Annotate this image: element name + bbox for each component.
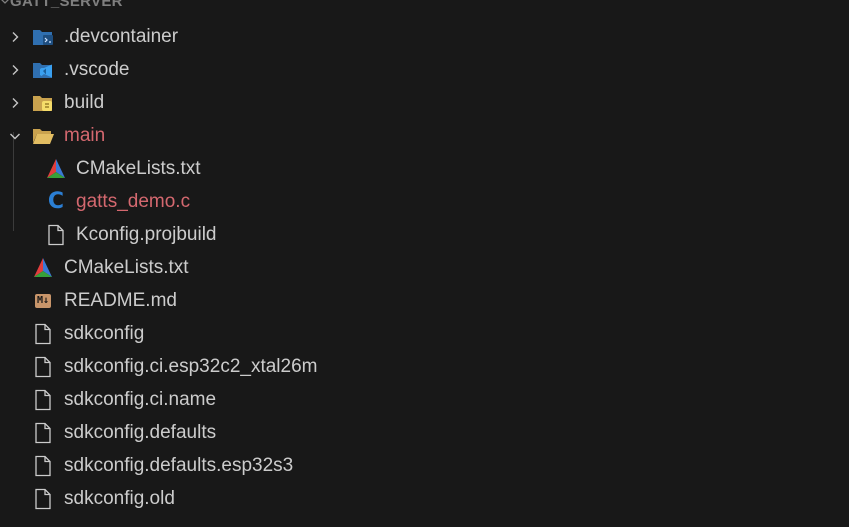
file-icon: [31, 421, 55, 445]
tree-file-item[interactable]: sdkconfig.ci.esp32c2_xtal26m: [0, 350, 849, 383]
build-folder-icon: [31, 91, 55, 115]
tree-file-item[interactable]: Cgatts_demo.c: [0, 185, 849, 218]
tree-item-label: Kconfig.projbuild: [76, 223, 217, 245]
tree-folder-item[interactable]: .devcontainer: [0, 20, 849, 53]
tree-item-label: CMakeLists.txt: [64, 256, 189, 278]
chevron-down-icon[interactable]: [5, 119, 25, 152]
file-icon: [31, 355, 55, 379]
file-icon: [31, 322, 55, 346]
tree-item-label: sdkconfig.ci.esp32c2_xtal26m: [64, 355, 318, 377]
tree-item-label: main: [64, 124, 106, 146]
markdown-badge: M↓: [34, 293, 52, 308]
tree-file-item[interactable]: CMakeLists.txt: [0, 251, 849, 284]
tree-file-item[interactable]: sdkconfig: [0, 317, 849, 350]
vscode-folder-icon: [31, 58, 55, 82]
tree-file-item[interactable]: sdkconfig.defaults: [0, 416, 849, 449]
tree-item-label: sdkconfig: [64, 322, 145, 344]
cmake-icon: [31, 256, 55, 280]
explorer-section-header[interactable]: GATT_SERVER: [0, 0, 849, 12]
chevron-right-icon[interactable]: [5, 86, 25, 119]
tree-file-item[interactable]: sdkconfig.ci.name: [0, 383, 849, 416]
tree-item-label: .vscode: [64, 58, 130, 80]
cmake-icon: [44, 157, 68, 181]
chevron-down-icon: [0, 0, 10, 6]
file-icon: [31, 388, 55, 412]
tree-file-item[interactable]: sdkconfig.defaults.esp32s3: [0, 449, 849, 482]
tree-folder-item[interactable]: .vscode: [0, 53, 849, 86]
file-icon: [31, 454, 55, 478]
tree-item-label: .devcontainer: [64, 25, 179, 47]
chevron-right-icon[interactable]: [5, 53, 25, 86]
tree-file-item[interactable]: Kconfig.projbuild: [0, 218, 849, 251]
file-explorer: GATT_SERVER .devcontainer .vscode build mai…: [0, 0, 849, 527]
c-file-icon: C: [47, 189, 65, 214]
tree-item-label: sdkconfig.old: [64, 487, 175, 509]
tree-file-item[interactable]: M↓ README.md: [0, 284, 849, 317]
tree-item-label: build: [64, 91, 105, 113]
tree-folder-item[interactable]: main: [0, 119, 849, 152]
section-title: GATT_SERVER: [10, 0, 123, 10]
tree-item-label: sdkconfig.ci.name: [64, 388, 217, 410]
tree-file-item[interactable]: CMakeLists.txt: [0, 152, 849, 185]
tree-item-label: README.md: [64, 289, 177, 311]
tree-item-label: sdkconfig.defaults: [64, 421, 217, 443]
tree-file-item[interactable]: sdkconfig.old: [0, 482, 849, 515]
file-tree: .devcontainer .vscode build main CMakeLists.…: [0, 20, 849, 515]
tree-item-label: gatts_demo.c: [76, 190, 191, 212]
tree-item-label: CMakeLists.txt: [76, 157, 201, 179]
chevron-right-icon[interactable]: [5, 20, 25, 53]
devcontainer-folder-icon: [31, 25, 55, 49]
open-folder-icon: [31, 124, 55, 148]
tree-folder-item[interactable]: build: [0, 86, 849, 119]
tree-item-label: sdkconfig.defaults.esp32s3: [64, 454, 294, 476]
markdown-icon: M↓: [31, 289, 55, 313]
file-icon: [31, 487, 55, 511]
file-icon: [44, 223, 68, 247]
